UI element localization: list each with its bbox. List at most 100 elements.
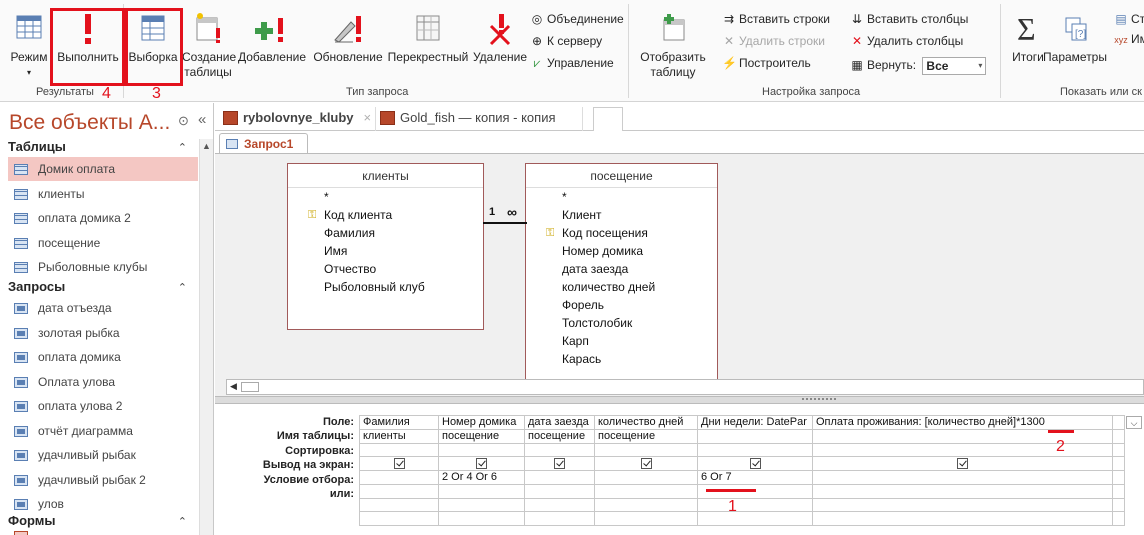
nav-query-item[interactable]: Оплата улова: [8, 370, 198, 394]
delete-rows-button[interactable]: ✕ Удалить строки: [722, 32, 825, 51]
table-field[interactable]: *: [526, 188, 717, 206]
grid-cell-table[interactable]: посещение: [524, 429, 595, 444]
grid-cell-field[interactable]: количество дней: [594, 415, 698, 430]
grid-cell-field[interactable]: Оплата проживания: [количество дней]*130…: [812, 415, 1113, 430]
view-mode-button[interactable]: Режим ▾: [2, 6, 56, 80]
table-names-button[interactable]: xyz Им: [1114, 30, 1144, 49]
grid-cell-field[interactable]: Номер домика: [438, 415, 525, 430]
grid-cell-sort[interactable]: [438, 442, 525, 458]
table-field[interactable]: Толстолобик: [526, 314, 717, 332]
grid-cell-table[interactable]: посещение: [594, 429, 698, 444]
grid-cell-criteria[interactable]: [594, 470, 698, 486]
update-button[interactable]: Обновление: [310, 6, 386, 65]
nav-query-item[interactable]: дата отъезда: [8, 296, 198, 320]
grid-cell-or[interactable]: [359, 484, 439, 499]
nav-section-queries[interactable]: Запросы: [8, 279, 65, 294]
nav-section-forms[interactable]: Формы: [8, 513, 56, 528]
insert-columns-button[interactable]: ⇊ Вставить столбцы: [850, 10, 968, 29]
grid-cell-sort[interactable]: [812, 442, 1113, 458]
pass-through-button[interactable]: ⊕ К серверу: [530, 32, 602, 51]
close-icon[interactable]: ×: [364, 110, 372, 125]
nav-table-item[interactable]: Домик оплата: [8, 157, 198, 181]
grid-cell-criteria[interactable]: [359, 470, 439, 486]
relationship-line[interactable]: [483, 222, 527, 224]
grid-cell-or[interactable]: [594, 484, 698, 499]
tab-rybolovnye-kluby[interactable]: rybolovnye_kluby ×: [219, 107, 371, 131]
grid-cell-blank2[interactable]: [697, 511, 813, 526]
nav-query-item[interactable]: отчёт диаграмма: [8, 419, 198, 443]
append-button[interactable]: Добавление: [234, 6, 310, 65]
grid-cell-blank2[interactable]: [438, 511, 525, 526]
grid-cell-blank1[interactable]: [594, 497, 698, 513]
grid-cell-field[interactable]: Дни недели: DatePar: [697, 415, 813, 430]
table-field[interactable]: Форель: [526, 296, 717, 314]
grid-cell-blank1[interactable]: [359, 497, 439, 513]
delete-columns-button[interactable]: ✕ Удалить столбцы: [850, 32, 963, 51]
grid-cell-blank2[interactable]: [812, 511, 1113, 526]
table-field[interactable]: Фамилия: [288, 224, 483, 242]
nav-table-item[interactable]: посещение: [8, 231, 198, 255]
grid-cell-empty[interactable]: [1112, 456, 1125, 472]
tab-gold-fish-copy[interactable]: Gold_fish — копия - копия: [375, 107, 583, 131]
nav-pane-title[interactable]: Все объекты А...: [9, 111, 170, 135]
grid-cell-empty[interactable]: [1112, 484, 1125, 499]
show-checkbox[interactable]: [640, 457, 652, 469]
insert-rows-button[interactable]: ⇉ Вставить строки: [722, 10, 830, 29]
union-button[interactable]: ◎ Объединение: [530, 10, 624, 29]
table-field[interactable]: *: [288, 188, 483, 206]
nav-table-item[interactable]: оплата домика 2: [8, 206, 198, 230]
grid-cell-criteria[interactable]: 2 Or 4 Or 6: [438, 470, 525, 486]
new-tab[interactable]: [593, 107, 623, 131]
show-checkbox[interactable]: [957, 457, 968, 469]
scroll-left-icon[interactable]: ◀: [230, 381, 237, 392]
scroll-thumb[interactable]: [241, 382, 259, 392]
grid-cell-show[interactable]: [438, 456, 525, 472]
pane-splitter[interactable]: [215, 396, 1144, 404]
grid-cell-empty[interactable]: [1112, 511, 1125, 526]
nav-query-item[interactable]: оплата улова 2: [8, 394, 198, 418]
grid-cell-table[interactable]: [697, 429, 813, 444]
grid-cell-criteria[interactable]: [812, 470, 1113, 486]
table-field[interactable]: Номер домика: [526, 242, 717, 260]
grid-cell-sort[interactable]: [359, 442, 439, 458]
splitter-grip[interactable]: [802, 398, 836, 402]
nav-query-item[interactable]: оплата домика: [8, 345, 198, 369]
grid-cell-blank2[interactable]: [594, 511, 698, 526]
table-field[interactable]: Отчество: [288, 260, 483, 278]
property-sheet-button[interactable]: ▤ Ст: [1114, 10, 1144, 29]
data-definition-button[interactable]: ⩗ Управление: [530, 54, 614, 73]
grid-cell-or[interactable]: [524, 484, 595, 499]
nav-scrollbar[interactable]: ▲: [199, 139, 213, 535]
grid-cell-empty[interactable]: [1112, 470, 1125, 486]
grid-cell-empty[interactable]: [1112, 497, 1125, 513]
grid-cell-blank1[interactable]: [697, 497, 813, 513]
show-table-button[interactable]: Отобразить таблицу: [633, 6, 713, 80]
nav-table-item[interactable]: клиенты: [8, 182, 198, 206]
crosstab-button[interactable]: Перекрестный: [386, 6, 470, 65]
nav-query-item[interactable]: золотая рыбка: [8, 321, 198, 345]
grid-cell-show[interactable]: [812, 456, 1113, 472]
grid-cell-or[interactable]: [438, 484, 525, 499]
table-field[interactable]: дата заезда: [526, 260, 717, 278]
nav-menu-chevron-icon[interactable]: ⊙: [178, 113, 189, 129]
table-field[interactable]: Рыболовный клуб: [288, 278, 483, 296]
tab-query1[interactable]: Запрос1: [219, 133, 309, 153]
make-table-button[interactable]: Создание таблицы: [182, 6, 236, 80]
table-box-clients[interactable]: клиенты * ⚿ Код клиента Фамилия Имя Отчество Р…: [287, 163, 484, 330]
show-checkbox[interactable]: [393, 457, 405, 469]
nav-table-item[interactable]: Рыболовные клубы: [8, 255, 198, 279]
table-field-primary-key[interactable]: ⚿ Код посещения: [526, 224, 717, 242]
collapse-section-icon[interactable]: ⌃: [178, 281, 187, 294]
table-field[interactable]: Имя: [288, 242, 483, 260]
grid-cell-empty[interactable]: [1112, 442, 1125, 458]
upper-horizontal-scrollbar[interactable]: ◀: [226, 379, 1144, 395]
show-checkbox[interactable]: [476, 457, 487, 469]
grid-cell-sort[interactable]: [524, 442, 595, 458]
nav-query-item[interactable]: удачливый рыбак: [8, 443, 198, 467]
grid-cell-show[interactable]: [359, 456, 439, 472]
table-box-visits[interactable]: посещение * Клиент ⚿ Код посещения Номер дом…: [525, 163, 718, 395]
grid-cell-show[interactable]: [524, 456, 595, 472]
grid-cell-empty[interactable]: [1112, 415, 1125, 430]
parameters-button[interactable]: [?] Параметры: [1040, 6, 1110, 65]
nav-section-tables[interactable]: Таблицы: [8, 139, 66, 154]
